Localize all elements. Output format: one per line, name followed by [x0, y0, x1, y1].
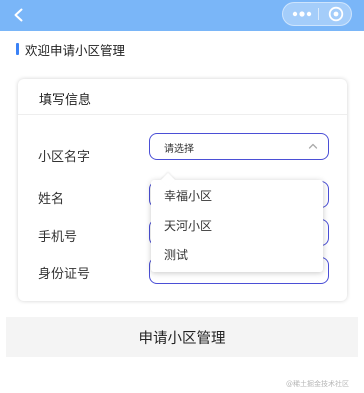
id-card-label: 身份证号 — [38, 267, 91, 282]
dropdown-option[interactable]: 天河小区 — [164, 217, 212, 234]
close-miniprogram-button[interactable] — [321, 3, 351, 25]
more-dots-icon — [292, 11, 312, 17]
capsule-menu — [282, 2, 352, 26]
community-label: 小区名字 — [38, 150, 91, 165]
back-button[interactable] — [8, 4, 30, 26]
name-label: 姓名 — [38, 192, 65, 207]
page-title: 欢迎申请小区管理 — [25, 42, 126, 58]
phone-label: 手机号 — [38, 230, 78, 245]
dropdown-option[interactable]: 测试 — [164, 246, 188, 263]
header-accent-bar — [16, 43, 19, 55]
nav-bar — [0, 0, 364, 31]
more-button[interactable] — [287, 3, 317, 25]
form-title: 填写信息 — [39, 93, 92, 108]
community-dropdown: 幸福小区 天河小区 测试 — [151, 172, 323, 272]
submit-button[interactable]: 申请小区管理 — [6, 317, 358, 357]
form-divider — [18, 114, 347, 115]
community-select[interactable]: 请选择 — [149, 133, 329, 160]
mini-program-close-icon — [328, 6, 344, 22]
community-select-value: 请选择 — [164, 144, 194, 155]
page-header: 欢迎申请小区管理 — [16, 41, 126, 58]
chevron-left-icon — [14, 8, 23, 22]
dropdown-option[interactable]: 幸福小区 — [164, 187, 212, 204]
chevron-up-icon — [308, 143, 318, 149]
watermark: @稀土掘金技术社区 — [286, 380, 349, 388]
screen: 欢迎申请小区管理 填写信息 小区名字 姓名 手机号 身份证号 请选择 ...8 … — [0, 0, 364, 393]
capsule-separator — [318, 8, 319, 20]
